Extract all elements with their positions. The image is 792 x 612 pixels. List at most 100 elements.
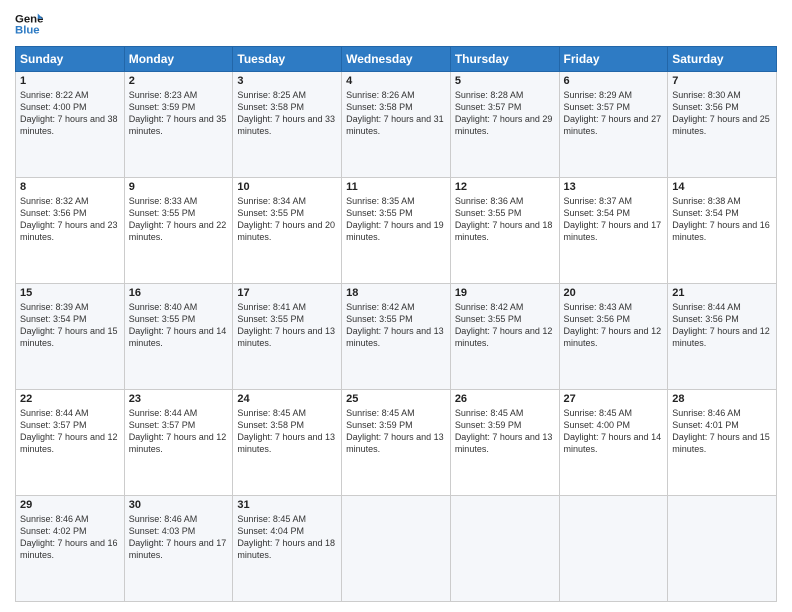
calendar-cell: 21Sunrise: 8:44 AMSunset: 3:56 PMDayligh… [668,284,777,390]
day-number: 20 [564,287,664,299]
cell-details: Sunrise: 8:45 AMSunset: 3:58 PMDaylight:… [237,407,337,456]
cell-details: Sunrise: 8:44 AMSunset: 3:57 PMDaylight:… [129,407,229,456]
calendar-cell: 25Sunrise: 8:45 AMSunset: 3:59 PMDayligh… [342,390,451,496]
cell-details: Sunrise: 8:30 AMSunset: 3:56 PMDaylight:… [672,89,772,138]
cell-details: Sunrise: 8:45 AMSunset: 4:04 PMDaylight:… [237,513,337,562]
cell-details: Sunrise: 8:45 AMSunset: 4:00 PMDaylight:… [564,407,664,456]
logo-icon: General Blue [15,10,43,38]
calendar-cell: 14 Sunrise: 8:38 AMSunset: 3:54 PMDayligh… [668,178,777,284]
calendar-week-row: 22Sunrise: 8:44 AMSunset: 3:57 PMDayligh… [16,390,777,496]
cell-details: Sunrise: 8:39 AMSunset: 3:54 PMDaylight:… [20,301,120,350]
calendar-cell: 24 Sunrise: 8:45 AMSunset: 3:58 PMDayligh… [233,390,342,496]
cell-details: Sunrise: 8:29 AMSunset: 3:57 PMDaylight:… [564,89,664,138]
cell-details: Sunrise: 8:46 AMSunset: 4:03 PMDaylight:… [129,513,229,562]
cell-details: Sunrise: 8:44 AMSunset: 3:57 PMDaylight:… [20,407,120,456]
cell-details: Sunrise: 8:40 AMSunset: 3:55 PMDaylight:… [129,301,229,350]
day-number: 5 [455,75,555,87]
calendar-header-row: SundayMondayTuesdayWednesdayThursdayFrid… [16,47,777,72]
calendar-cell: 4 Sunrise: 8:26 AMSunset: 3:58 PMDaylight… [342,72,451,178]
day-number: 26 [455,393,555,405]
calendar-cell [559,496,668,602]
logo: General Blue [15,10,43,38]
calendar-header-saturday: Saturday [668,47,777,72]
day-number: 9 [129,181,229,193]
cell-details: Sunrise: 8:33 AMSunset: 3:55 PMDaylight:… [129,195,229,244]
day-number: 30 [129,499,229,511]
calendar-cell: 27Sunrise: 8:45 AMSunset: 4:00 PMDayligh… [559,390,668,496]
cell-details: Sunrise: 8:37 AMSunset: 3:54 PMDaylight:… [564,195,664,244]
cell-details: Sunrise: 8:45 AMSunset: 3:59 PMDaylight:… [455,407,555,456]
calendar-cell: 19Sunrise: 8:42 AMSunset: 3:55 PMDayligh… [450,284,559,390]
calendar-cell: 13 Sunrise: 8:37 AMSunset: 3:54 PMDayligh… [559,178,668,284]
cell-details: Sunrise: 8:42 AMSunset: 3:55 PMDaylight:… [346,301,446,350]
day-number: 15 [20,287,120,299]
calendar-cell: 10 Sunrise: 8:34 AMSunset: 3:55 PMDayligh… [233,178,342,284]
cell-details: Sunrise: 8:35 AMSunset: 3:55 PMDaylight:… [346,195,446,244]
calendar-cell: 22Sunrise: 8:44 AMSunset: 3:57 PMDayligh… [16,390,125,496]
cell-details: Sunrise: 8:41 AMSunset: 3:55 PMDaylight:… [237,301,337,350]
calendar-cell [342,496,451,602]
day-number: 24 [237,393,337,405]
day-number: 2 [129,75,229,87]
calendar-cell: 12Sunrise: 8:36 AMSunset: 3:55 PMDayligh… [450,178,559,284]
cell-details: Sunrise: 8:34 AMSunset: 3:55 PMDaylight:… [237,195,337,244]
day-number: 1 [20,75,120,87]
cell-details: Sunrise: 8:28 AMSunset: 3:57 PMDaylight:… [455,89,555,138]
cell-details: Sunrise: 8:38 AMSunset: 3:54 PMDaylight:… [672,195,772,244]
calendar-cell: 30 Sunrise: 8:46 AMSunset: 4:03 PMDayligh… [124,496,233,602]
calendar-cell: 9 Sunrise: 8:33 AMSunset: 3:55 PMDaylight… [124,178,233,284]
calendar-header-monday: Monday [124,47,233,72]
cell-details: Sunrise: 8:25 AMSunset: 3:58 PMDaylight:… [237,89,337,138]
day-number: 17 [237,287,337,299]
day-number: 12 [455,181,555,193]
calendar-cell: 5 Sunrise: 8:28 AMSunset: 3:57 PMDaylight… [450,72,559,178]
cell-details: Sunrise: 8:32 AMSunset: 3:56 PMDaylight:… [20,195,120,244]
day-number: 6 [564,75,664,87]
calendar-cell [450,496,559,602]
day-number: 14 [672,181,772,193]
cell-details: Sunrise: 8:26 AMSunset: 3:58 PMDaylight:… [346,89,446,138]
day-number: 28 [672,393,772,405]
calendar-cell: 20 Sunrise: 8:43 AMSunset: 3:56 PMDayligh… [559,284,668,390]
calendar-body: 1Sunrise: 8:22 AMSunset: 4:00 PMDaylight… [16,72,777,602]
calendar-header-friday: Friday [559,47,668,72]
day-number: 29 [20,499,120,511]
calendar-cell: 2 Sunrise: 8:23 AMSunset: 3:59 PMDaylight… [124,72,233,178]
calendar-cell [668,496,777,602]
calendar-week-row: 8 Sunrise: 8:32 AMSunset: 3:56 PMDaylight… [16,178,777,284]
calendar-cell: 3 Sunrise: 8:25 AMSunset: 3:58 PMDaylight… [233,72,342,178]
cell-details: Sunrise: 8:46 AMSunset: 4:02 PMDaylight:… [20,513,120,562]
day-number: 7 [672,75,772,87]
svg-text:Blue: Blue [15,25,40,37]
day-number: 23 [129,393,229,405]
calendar-week-row: 1Sunrise: 8:22 AMSunset: 4:00 PMDaylight… [16,72,777,178]
calendar-header-tuesday: Tuesday [233,47,342,72]
calendar-cell: 31Sunrise: 8:45 AMSunset: 4:04 PMDayligh… [233,496,342,602]
calendar-cell: 1Sunrise: 8:22 AMSunset: 4:00 PMDaylight… [16,72,125,178]
calendar-cell: 6 Sunrise: 8:29 AMSunset: 3:57 PMDaylight… [559,72,668,178]
cell-details: Sunrise: 8:42 AMSunset: 3:55 PMDaylight:… [455,301,555,350]
calendar-cell: 17 Sunrise: 8:41 AMSunset: 3:55 PMDayligh… [233,284,342,390]
cell-details: Sunrise: 8:44 AMSunset: 3:56 PMDaylight:… [672,301,772,350]
calendar-cell: 23 Sunrise: 8:44 AMSunset: 3:57 PMDayligh… [124,390,233,496]
calendar-cell: 18 Sunrise: 8:42 AMSunset: 3:55 PMDayligh… [342,284,451,390]
calendar-header-wednesday: Wednesday [342,47,451,72]
calendar-header-sunday: Sunday [16,47,125,72]
day-number: 16 [129,287,229,299]
cell-details: Sunrise: 8:43 AMSunset: 3:56 PMDaylight:… [564,301,664,350]
calendar-cell: 15 Sunrise: 8:39 AMSunset: 3:54 PMDayligh… [16,284,125,390]
calendar-cell: 28Sunrise: 8:46 AMSunset: 4:01 PMDayligh… [668,390,777,496]
day-number: 4 [346,75,446,87]
calendar-cell: 26 Sunrise: 8:45 AMSunset: 3:59 PMDayligh… [450,390,559,496]
day-number: 3 [237,75,337,87]
day-number: 13 [564,181,664,193]
day-number: 18 [346,287,446,299]
cell-details: Sunrise: 8:23 AMSunset: 3:59 PMDaylight:… [129,89,229,138]
day-number: 10 [237,181,337,193]
calendar-table: SundayMondayTuesdayWednesdayThursdayFrid… [15,46,777,602]
calendar-week-row: 29 Sunrise: 8:46 AMSunset: 4:02 PMDayligh… [16,496,777,602]
calendar-cell: 7 Sunrise: 8:30 AMSunset: 3:56 PMDaylight… [668,72,777,178]
day-number: 8 [20,181,120,193]
calendar-cell: 16 Sunrise: 8:40 AMSunset: 3:55 PMDayligh… [124,284,233,390]
page: General Blue SundayMondayTuesdayWednesda… [0,0,792,612]
